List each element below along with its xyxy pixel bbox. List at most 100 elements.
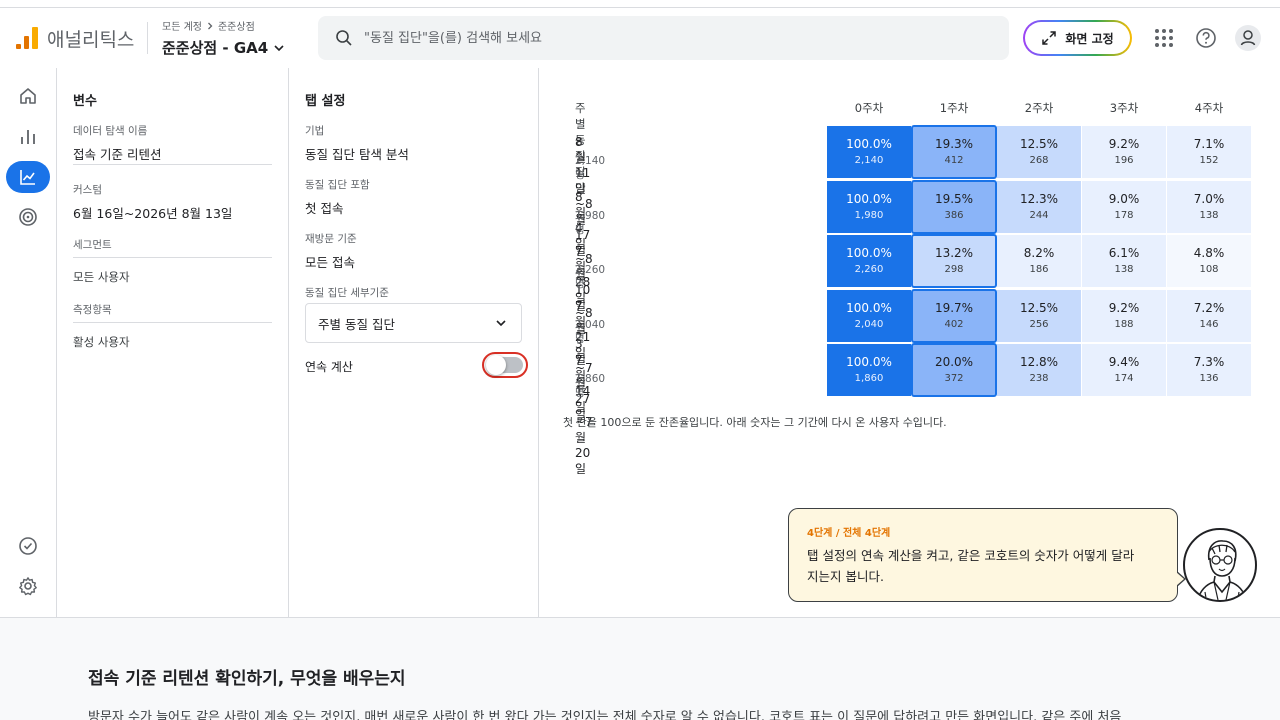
cohort-cell[interactable]: 12.5% 256 xyxy=(997,289,1081,342)
cohort-cell[interactable]: 8.2% 186 xyxy=(997,235,1081,287)
breadcrumb-item[interactable]: 준준상점 xyxy=(218,18,255,33)
return-selector[interactable]: 모든 접속 xyxy=(305,252,355,271)
cohort-row-users: 2,260명 xyxy=(575,264,606,290)
cohort-cell-count: 146 xyxy=(1199,318,1219,330)
cumulative-toggle[interactable] xyxy=(482,352,528,378)
cohort-cell[interactable]: 20.0% 372 xyxy=(911,343,997,397)
cumulative-label: 연속 계산 xyxy=(305,360,353,374)
tutorial-tip: 4단계 / 전체 4단계 탭 설정의 연속 계산을 켜고, 같은 코호트의 숫자… xyxy=(788,508,1186,602)
segments-label: 세그먼트 xyxy=(73,239,112,251)
cohort-cell[interactable]: 19.5% 386 xyxy=(911,179,997,234)
header-divider xyxy=(147,22,148,54)
nav-reports[interactable] xyxy=(6,121,50,153)
cohort-cell-count: 244 xyxy=(1029,209,1049,221)
cohort-cell-percent: 20.0% xyxy=(934,355,974,369)
cohort-cell[interactable]: 100.0% 2,260 xyxy=(827,235,911,287)
home-icon xyxy=(20,88,36,104)
cohort-cell[interactable]: 7.1% 152 xyxy=(1167,126,1251,178)
metrics-label: 측정항목 xyxy=(73,304,112,316)
nav-advertising[interactable] xyxy=(6,201,50,233)
cohort-cell[interactable]: 19.7% 402 xyxy=(911,288,997,343)
cohort-cell-percent: 7.0% xyxy=(1193,191,1225,206)
search-icon xyxy=(336,30,352,46)
cohort-cell[interactable]: 12.5% 268 xyxy=(997,126,1081,178)
breadcrumb[interactable]: 모든 계정 준준상점 xyxy=(162,18,255,33)
cohort-cell[interactable]: 9.4% 174 xyxy=(1082,344,1166,396)
cohort-cell[interactable]: 100.0% 1,860 xyxy=(827,344,911,396)
cohort-cell[interactable]: 12.3% 244 xyxy=(997,180,1081,233)
cohort-cell[interactable]: 4.8% 108 xyxy=(1167,235,1251,287)
cohort-cell-count: 196 xyxy=(1114,155,1134,166)
cohort-cell-count: 256 xyxy=(1029,318,1049,330)
search-bar[interactable] xyxy=(318,16,1009,60)
inclusion-selector[interactable]: 첫 접속 xyxy=(305,198,343,217)
property-selector[interactable]: 준준상점 - GA4 xyxy=(162,37,285,58)
cohort-cell[interactable]: 9.0% 178 xyxy=(1082,180,1166,233)
granularity-dropdown[interactable]: 주별 동질 집단 xyxy=(305,303,522,343)
cohort-column-header: 4주차 xyxy=(1194,101,1224,115)
cohort-cell-count: 152 xyxy=(1199,155,1219,166)
cohort-cell-count: 108 xyxy=(1199,264,1219,275)
search-input[interactable] xyxy=(364,16,984,60)
app-header: 애널리틱스 모든 계정 준준상점 준준상점 - GA4 화면 고정 xyxy=(0,8,1280,68)
variables-panel: 변수 데이터 탐색 이름 접속 기준 리텐션 커스텀 6월 16일~2026년 … xyxy=(57,68,289,617)
metric-item[interactable]: 활성 사용자 xyxy=(73,334,130,350)
cohort-cell[interactable]: 9.2% 196 xyxy=(1082,126,1166,178)
cohort-cell-percent: 100.0% xyxy=(846,137,892,151)
cohort-cell[interactable]: 100.0% 2,040 xyxy=(827,289,911,342)
cohort-cell-percent: 13.2% xyxy=(934,246,974,260)
product-name[interactable]: 애널리틱스 xyxy=(47,25,134,52)
cohort-cell[interactable]: 12.8% 238 xyxy=(997,344,1081,396)
nav-explore[interactable] xyxy=(6,161,50,193)
article-title: 접속 기준 리텐션 확인하기, 무엇을 배우는지 xyxy=(88,669,406,689)
cohort-cell-count: 138 xyxy=(1199,209,1219,221)
apps-grid-icon[interactable] xyxy=(1150,24,1178,52)
chevron-right-icon xyxy=(208,22,213,29)
cohort-cell[interactable]: 100.0% 2,140 xyxy=(827,126,911,178)
cohort-cell[interactable]: 7.3% 136 xyxy=(1167,344,1251,396)
cohort-cell-count: 412 xyxy=(944,155,964,166)
cohort-cell[interactable]: 7.0% 138 xyxy=(1167,180,1251,233)
article-body: 방문자 수가 늘어도 같은 사람이 계속 오는 것인지, 매번 새로운 사람이 … xyxy=(88,710,1122,720)
pin-screen-button[interactable]: 화면 고정 xyxy=(1023,20,1132,56)
gear-icon xyxy=(19,577,37,596)
exploration-name-field[interactable]: 접속 기준 리텐션 xyxy=(73,144,161,163)
cohort-cell-count: 1,860 xyxy=(854,373,884,384)
account-avatar-icon[interactable] xyxy=(1234,24,1262,52)
return-label: 재방문 기준 xyxy=(305,233,357,245)
field-underline xyxy=(73,164,272,165)
cohort-cell-count: 2,140 xyxy=(854,155,884,166)
date-range-picker[interactable]: 6월 16일~2026년 8월 13일 xyxy=(73,203,232,222)
help-icon[interactable] xyxy=(1192,24,1220,52)
cohort-cell-count: 238 xyxy=(1029,373,1049,384)
cohort-cell[interactable]: 100.0% 1,980 xyxy=(827,180,911,233)
cohort-cell[interactable]: 6.1% 138 xyxy=(1082,235,1166,287)
cohort-cell[interactable]: 13.2% 298 xyxy=(911,234,997,288)
breadcrumb-item[interactable]: 모든 계정 xyxy=(162,18,202,33)
nav-insights[interactable] xyxy=(6,530,50,562)
cohort-cell-percent: 9.0% xyxy=(1108,191,1140,206)
cohort-cell-percent: 9.2% xyxy=(1108,300,1140,315)
variables-title: 변수 xyxy=(73,94,97,109)
guide-character-icon xyxy=(1183,528,1257,602)
cohort-cell-count: 298 xyxy=(944,264,964,275)
cohort-cell-count: 174 xyxy=(1114,373,1134,384)
cohort-cell[interactable]: 9.2% 188 xyxy=(1082,289,1166,342)
granularity-label: 동질 집단 세부기준 xyxy=(305,287,389,299)
tab-settings-title: 탭 설정 xyxy=(305,94,346,109)
segment-item[interactable]: 모든 사용자 xyxy=(73,269,130,285)
cohort-cell[interactable]: 7.2% 146 xyxy=(1167,289,1251,342)
exploration-name-label: 데이터 탐색 이름 xyxy=(73,125,148,137)
cohort-cell[interactable]: 19.3% 412 xyxy=(911,125,997,179)
nav-home[interactable] xyxy=(6,80,50,112)
tip-tail-fill xyxy=(1176,572,1184,586)
explore-icon xyxy=(20,170,35,185)
section-divider xyxy=(73,322,272,323)
cohort-row-users: 2,040명 xyxy=(575,318,606,345)
nav-admin[interactable] xyxy=(6,570,50,602)
analytics-logo-icon[interactable] xyxy=(16,27,38,49)
cohort-cell-count: 138 xyxy=(1114,264,1134,275)
table-note: 첫 칸을 100으로 둔 잔존율입니다. 아래 숫자는 그 기간에 다시 온 사… xyxy=(563,416,947,429)
cohort-cell-percent: 100.0% xyxy=(846,300,892,315)
technique-selector[interactable]: 동질 집단 탐색 분석 xyxy=(305,144,409,163)
